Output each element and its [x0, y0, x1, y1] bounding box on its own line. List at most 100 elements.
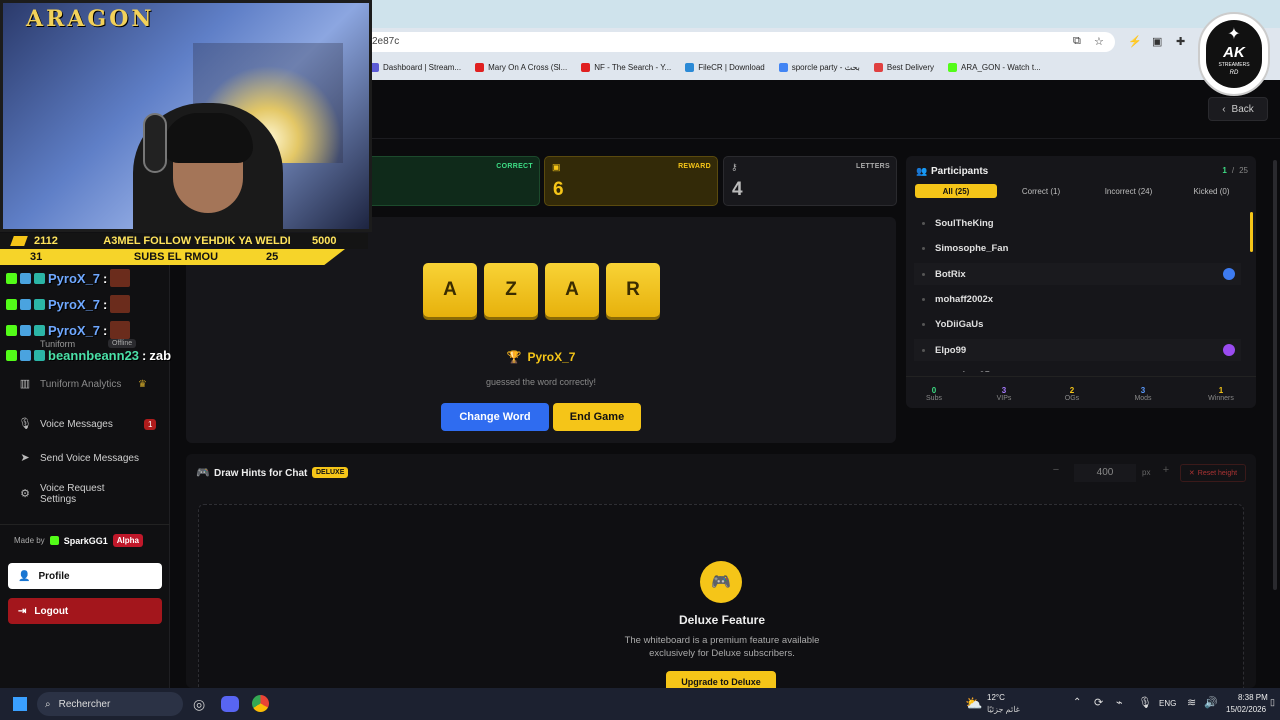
copilot-icon[interactable]: ◎: [193, 696, 205, 713]
gamepad-icon: 🎮: [700, 561, 742, 603]
chat-message: beannbeann23 : zab: [6, 348, 171, 363]
summary-vips: 3 VIPs: [974, 386, 1034, 402]
chat-message: PyroX_7 :: [6, 295, 131, 313]
bookmark-item[interactable]: sporcle party - بحث: [778, 62, 860, 72]
summary-value: 0: [931, 386, 937, 395]
key-icon: ⚷: [731, 162, 738, 172]
height-input[interactable]: 400: [1074, 464, 1136, 482]
list-item[interactable]: Simosophe_Fan: [914, 237, 1241, 259]
address-bar[interactable]: 2e87c: [360, 32, 1115, 52]
screenshot-icon[interactable]: ▣: [1152, 35, 1162, 48]
list-item[interactable]: mohaff2002x: [914, 288, 1241, 310]
moderator-icon: [20, 298, 31, 310]
windows-start-icon[interactable]: [13, 697, 27, 711]
bookmark-item[interactable]: Best Delivery: [873, 62, 934, 72]
kick-icon: [6, 272, 17, 284]
chevron-up-icon[interactable]: ⌃: [1073, 697, 1081, 708]
chrome-icon[interactable]: [252, 695, 269, 712]
subscriber-icon: [34, 298, 45, 310]
bookmark-item[interactable]: FileCR | Download: [685, 62, 765, 72]
subs-count: 31: [30, 251, 43, 263]
extension-icon[interactable]: ⚡: [1128, 35, 1142, 48]
language-indicator[interactable]: ENG: [1159, 699, 1176, 708]
clock-time[interactable]: 8:38 PM: [1238, 693, 1268, 702]
clock-date[interactable]: 15/02/2026: [1226, 705, 1266, 714]
tab-all[interactable]: All (25): [915, 184, 997, 198]
logout-button[interactable]: ⇥ Logout: [8, 598, 162, 624]
divider: [0, 524, 170, 525]
participant-name: mohaff2002x: [935, 293, 994, 305]
puzzle-icon[interactable]: ✚: [1176, 35, 1185, 48]
count-badge: 1: [144, 418, 157, 430]
chevron-left-icon: ‹: [1222, 103, 1226, 115]
discord-icon[interactable]: [221, 696, 239, 712]
volume-icon[interactable]: 🔊: [1204, 696, 1218, 709]
sidebar-item-analytics[interactable]: ▥ Tuniform Analytics ♛: [18, 377, 166, 391]
decrease-height-button[interactable]: −: [1046, 464, 1066, 482]
tab-kicked[interactable]: Kicked (0): [1174, 184, 1249, 198]
made-by-label: Made by: [14, 536, 45, 545]
vip-badge-icon: [1223, 344, 1235, 356]
summary-label: Mods: [1134, 395, 1152, 402]
eagle-icon: ✦: [1227, 26, 1241, 43]
summary-label: Winners: [1208, 395, 1234, 402]
microphone-icon[interactable]: 🎙: [1138, 696, 1152, 709]
change-word-button[interactable]: Change Word: [441, 403, 549, 431]
sync-icon[interactable]: ⟳: [1094, 696, 1103, 709]
bookmark-label: ARA_GON - Watch t...: [961, 62, 1041, 72]
sidebar-item-voice-request-settings[interactable]: ⚙ Voice Request Settings: [18, 483, 166, 505]
tab-correct[interactable]: Correct (1): [1001, 184, 1081, 198]
made-by-name[interactable]: SparkGG1: [64, 536, 108, 546]
list-item[interactable]: YoDiiGaUs: [914, 313, 1241, 335]
feature-description: The whiteboard is a premium feature avai…: [624, 635, 820, 646]
list-item[interactable]: BotRix: [914, 263, 1241, 285]
stat-label: LETTERS: [856, 163, 890, 170]
reset-height-button[interactable]: ✕ Reset height: [1180, 464, 1246, 482]
participants-count: 1 / 25: [1222, 166, 1248, 175]
sidebar-item-send-voice-messages[interactable]: ➤ Send Voice Messages: [18, 451, 166, 465]
list-item[interactable]: yussukuo05: [914, 364, 1241, 373]
scrollbar[interactable]: [1250, 212, 1253, 252]
subscriber-icon: [34, 324, 45, 336]
back-button[interactable]: ‹ Back: [1208, 97, 1268, 121]
wifi-icon[interactable]: ≋: [1187, 696, 1196, 709]
list-item[interactable]: SoulTheKing: [914, 212, 1241, 234]
participant-name: Elpo99: [935, 344, 967, 356]
star-icon[interactable]: ☆: [1094, 35, 1104, 48]
brand-logo: ARAGON: [26, 6, 155, 32]
translate-icon[interactable]: ⧉: [1073, 35, 1081, 48]
subs-message: SUBS EL RMOU: [133, 251, 219, 263]
bookmark-label: FileCR | Download: [698, 62, 765, 72]
bullet: [922, 221, 925, 225]
sidebar-item-label: Send Voice Messages: [40, 452, 139, 464]
end-game-button[interactable]: End Game: [553, 403, 641, 431]
bookmark-label: Dashboard | Stream...: [383, 62, 462, 72]
bookmark-item[interactable]: Mary On A Cross (Sl...: [475, 62, 567, 72]
notification-icon[interactable]: ▯: [1270, 697, 1275, 708]
bookmark-favicon-icon: [873, 62, 883, 72]
tab-incorrect[interactable]: Incorrect (24): [1086, 184, 1171, 198]
page-scrollbar[interactable]: [1273, 160, 1277, 590]
subscriber-icon: [34, 272, 45, 284]
network-icon[interactable]: ⌁: [1116, 696, 1123, 709]
bookmark-item[interactable]: NF - The Search - Y...: [581, 62, 671, 72]
summary-value: 2: [1069, 386, 1075, 395]
bookmark-item[interactable]: ARA_GON - Watch t...: [948, 62, 1041, 72]
chat-message: PyroX_7 :: [6, 269, 131, 287]
profile-button[interactable]: 👤 Profile: [8, 563, 162, 589]
stat-value: 4: [732, 179, 743, 200]
feature-title: Deluxe Feature: [678, 613, 766, 627]
list-item[interactable]: Elpo99: [914, 339, 1241, 361]
chat-separator: :: [103, 322, 108, 338]
stat-reward: ▣ REWARD 6: [544, 156, 718, 206]
user-icon: 👤: [18, 570, 31, 582]
sidebar-item-voice-messages[interactable]: 🎙 Voice Messages 1: [18, 417, 166, 431]
bookmark-item[interactable]: Dashboard | Stream...: [370, 62, 462, 72]
taskbar-search[interactable]: ⌕ Rechercher: [37, 692, 183, 716]
increase-height-button[interactable]: +: [1158, 464, 1174, 482]
bullet: [922, 297, 925, 301]
ticker-message: A3MEL FOLLOW YEHDIK YA WELDI: [103, 235, 291, 247]
goal-icon: [10, 236, 28, 246]
emote-icon: [110, 321, 131, 339]
stat-value: 6: [553, 179, 564, 200]
